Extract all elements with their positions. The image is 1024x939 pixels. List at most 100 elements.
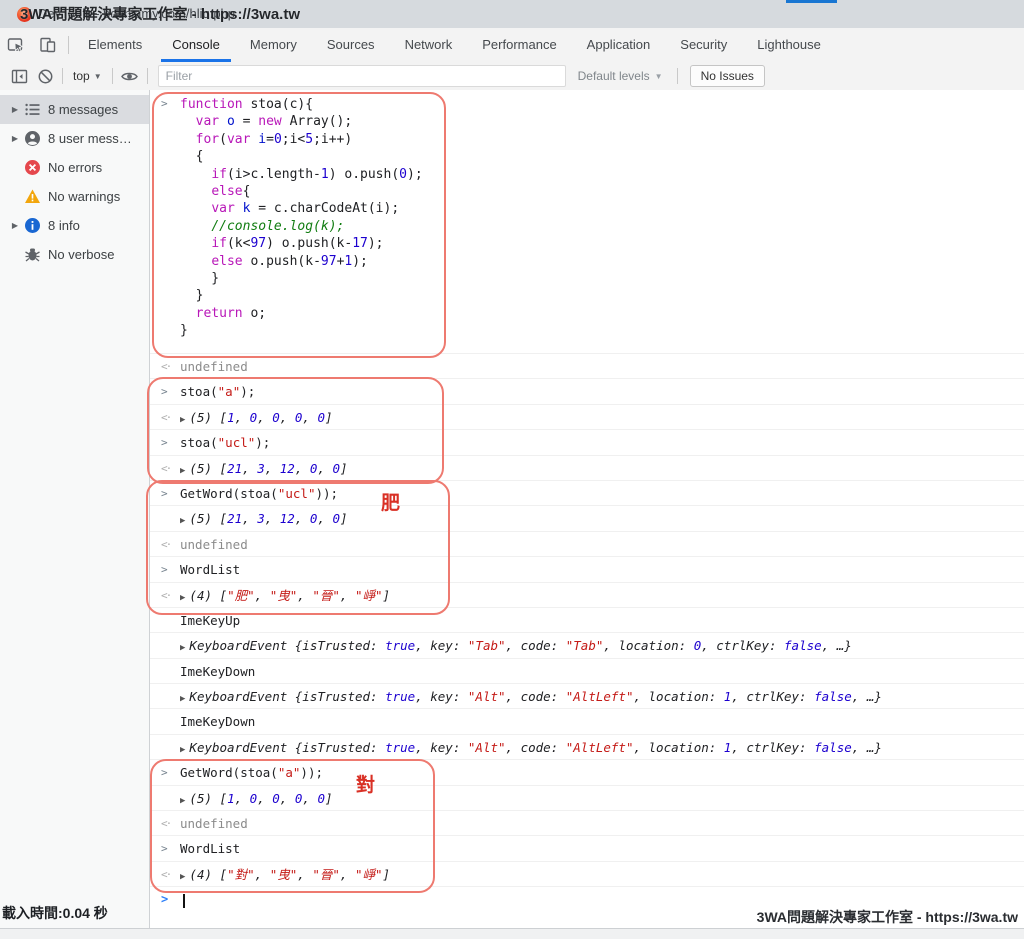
console-text: , xyxy=(295,511,310,526)
tab-console[interactable]: Console xyxy=(157,28,235,62)
user-icon xyxy=(24,130,41,147)
console-entry: >GetWord(stoa("ucl")); xyxy=(150,481,1024,506)
object-expand-triangle-icon[interactable]: ▶ xyxy=(180,796,185,806)
console-text: "AltLeft" xyxy=(566,740,634,755)
console-text: 0 xyxy=(333,461,341,476)
object-expand-triangle-icon[interactable]: ▶ xyxy=(180,872,185,882)
inspect-element-icon[interactable] xyxy=(0,28,32,62)
console-text: 12 xyxy=(280,511,295,526)
console-text: , xyxy=(242,461,257,476)
console-text: ); xyxy=(255,435,270,450)
tab-application[interactable]: Application xyxy=(572,28,666,62)
console-entry: >stoa("ucl"); xyxy=(150,430,1024,455)
console-text: , location: xyxy=(603,638,693,653)
warning-icon xyxy=(24,188,41,205)
input-chevron-icon: > xyxy=(161,481,179,506)
result-arrow-icon: <· xyxy=(161,862,179,887)
console-text: )); xyxy=(315,486,338,501)
console-entry: ImeKeyDown xyxy=(150,709,1024,734)
console-entry: <·▶(5) [21, 3, 12, 0, 0] xyxy=(150,456,1024,481)
tab-elements[interactable]: Elements xyxy=(73,28,157,62)
tab-lighthouse[interactable]: Lighthouse xyxy=(742,28,836,62)
sidebar-item-messages[interactable]: ▶ 8 messages xyxy=(0,95,149,124)
clear-console-icon[interactable] xyxy=(32,65,58,87)
error-icon xyxy=(24,159,41,176)
console-text: , code: xyxy=(506,740,566,755)
console-text: , code: xyxy=(506,689,566,704)
console-text: ( xyxy=(219,132,227,147)
console-text: var xyxy=(196,114,219,129)
console-text: false xyxy=(814,740,852,755)
console-text: 1 xyxy=(321,167,329,182)
sidebar-item-error[interactable]: No errors xyxy=(0,153,149,182)
javascript-context-selector[interactable]: top ▼ xyxy=(73,69,102,83)
console-text: ] xyxy=(383,588,391,603)
tab-network[interactable]: Network xyxy=(390,28,468,62)
expand-triangle-icon[interactable]: ▶ xyxy=(0,105,24,114)
device-toolbar-icon[interactable] xyxy=(32,28,64,62)
console-text: , location: xyxy=(633,689,723,704)
filter-input[interactable] xyxy=(158,65,566,87)
console-entry: <·▶(4) ["對", "曳", "晉", "崢"] xyxy=(150,862,1024,887)
object-expand-triangle-icon[interactable]: ▶ xyxy=(180,516,185,526)
console-entry: ▶KeyboardEvent {isTrusted: true, key: "A… xyxy=(150,735,1024,760)
console-entry: ImeKeyDown xyxy=(150,659,1024,684)
console-text: 1 xyxy=(227,410,235,425)
issues-counter-button[interactable]: No Issues xyxy=(690,65,765,87)
console-text: 3 xyxy=(257,511,265,526)
expand-triangle-icon[interactable]: ▶ xyxy=(0,221,24,230)
console-text: 97 xyxy=(250,236,266,251)
tab-sources[interactable]: Sources xyxy=(312,28,390,62)
object-expand-triangle-icon[interactable]: ▶ xyxy=(180,466,185,476)
console-text: = xyxy=(235,114,258,129)
console-text: 1 xyxy=(227,791,235,806)
console-text: "Tab" xyxy=(468,638,506,653)
object-expand-triangle-icon[interactable]: ▶ xyxy=(180,694,185,704)
console-text: , xyxy=(302,791,317,806)
console-text: , xyxy=(317,511,332,526)
tab-performance[interactable]: Performance xyxy=(467,28,571,62)
sidebar-item-label: 8 messages xyxy=(48,102,118,117)
console-text: 0 xyxy=(317,410,325,425)
tab-memory[interactable]: Memory xyxy=(235,28,312,62)
console-text: GetWord(stoa( xyxy=(180,486,278,501)
console-text: true xyxy=(385,638,415,653)
object-expand-triangle-icon[interactable]: ▶ xyxy=(180,643,185,653)
console-entry: >function stoa(c){ var o = new Array(); … xyxy=(150,92,1024,354)
console-text: , key: xyxy=(415,689,468,704)
console-text: else xyxy=(211,184,242,199)
console-entry: >WordList xyxy=(150,557,1024,582)
prompt-chevron-icon: > xyxy=(161,887,179,912)
console-text: "崢" xyxy=(355,588,383,603)
console-text: false xyxy=(814,689,852,704)
log-levels-dropdown[interactable]: Default levels ▼ xyxy=(578,69,663,83)
result-arrow-icon: <· xyxy=(161,456,179,481)
object-expand-triangle-icon[interactable]: ▶ xyxy=(180,415,185,425)
tab-security[interactable]: Security xyxy=(665,28,742,62)
tab-strip: ElementsConsoleMemorySourcesNetworkPerfo… xyxy=(73,28,836,62)
sidebar-item-warning[interactable]: No warnings xyxy=(0,182,149,211)
console-messages: >function stoa(c){ var o = new Array(); … xyxy=(150,90,1024,928)
console-entry: ▶KeyboardEvent {isTrusted: true, key: "A… xyxy=(150,684,1024,709)
sidebar-item-label: No errors xyxy=(48,160,102,175)
live-expression-eye-icon[interactable] xyxy=(117,65,143,87)
console-entry: <·undefined xyxy=(150,354,1024,379)
expand-triangle-icon[interactable]: ▶ xyxy=(0,134,24,143)
console-text: (k< xyxy=(227,236,250,251)
console-text: (5) [ xyxy=(189,791,227,806)
sidebar-item-user[interactable]: ▶8 user mess… xyxy=(0,124,149,153)
console-sidebar-toggle-icon[interactable] xyxy=(6,65,32,87)
object-expand-triangle-icon[interactable]: ▶ xyxy=(180,745,185,755)
console-text: if xyxy=(211,167,227,182)
sidebar-item-verbose[interactable]: No verbose xyxy=(0,240,149,269)
console-text: 0 xyxy=(272,410,280,425)
console-text: stoa( xyxy=(180,384,218,399)
console-text: ] xyxy=(340,511,348,526)
tab-accent-strip xyxy=(786,0,837,3)
console-entry: <·undefined xyxy=(150,811,1024,836)
sidebar-item-info[interactable]: ▶8 info xyxy=(0,211,149,240)
title-bar: DevTools - boshiamy.com/hliu.php 3WA問題解決… xyxy=(0,0,1024,28)
object-expand-triangle-icon[interactable]: ▶ xyxy=(180,593,185,603)
toolbar-divider xyxy=(147,68,148,84)
console-text: "AltLeft" xyxy=(566,689,634,704)
